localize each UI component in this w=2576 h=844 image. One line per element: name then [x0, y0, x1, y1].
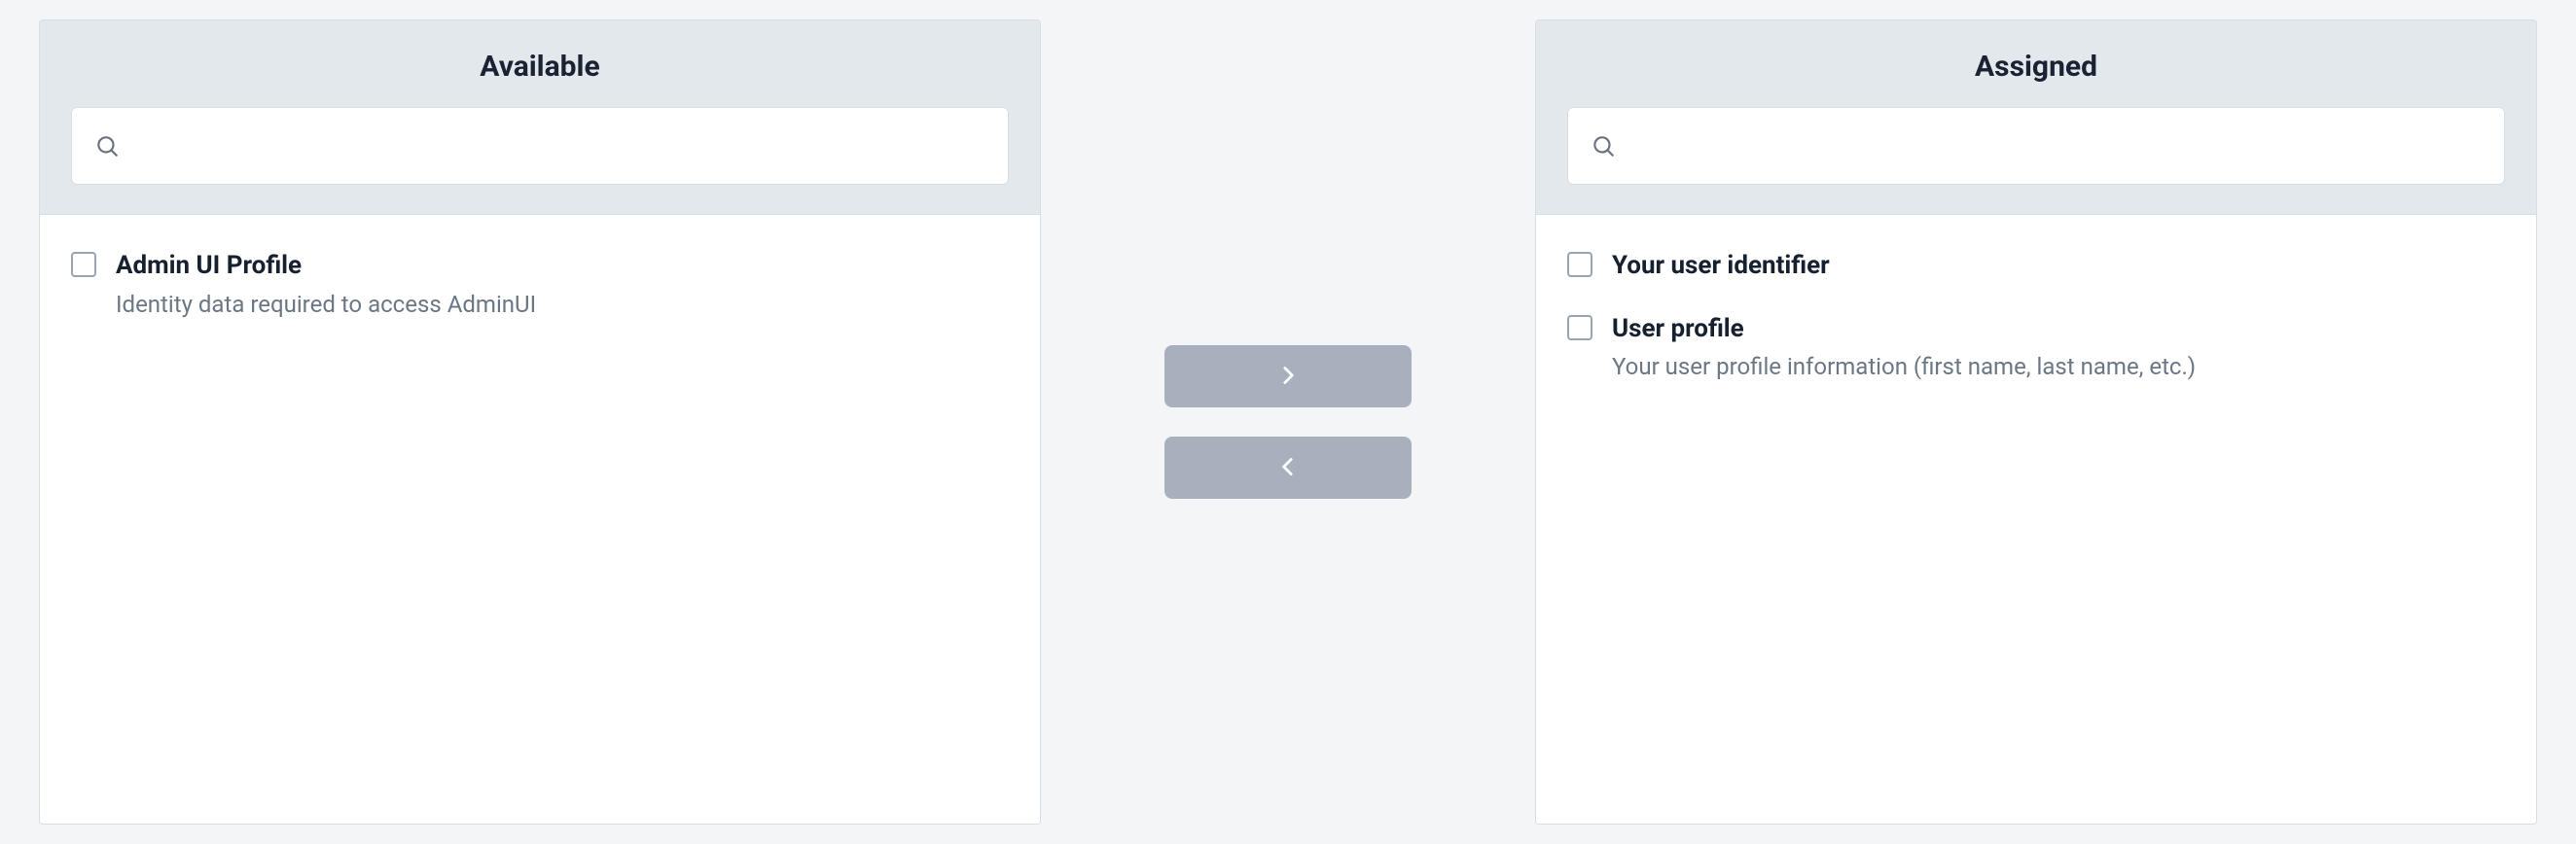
transfer-controls [1041, 19, 1535, 825]
chevron-right-icon [1275, 363, 1301, 391]
dual-list-container: Available Admin UI Profile Identity data… [19, 19, 2557, 825]
item-text: Your user identifier [1612, 250, 2505, 282]
assigned-header: Assigned [1536, 20, 2536, 215]
assigned-title: Assigned [1567, 50, 2505, 84]
item-text: Admin UI Profile Identity data required … [116, 250, 1009, 320]
assigned-search-input[interactable] [1567, 107, 2505, 185]
available-search-input[interactable] [71, 107, 1009, 185]
list-item[interactable]: User profile Your user profile informati… [1559, 298, 2513, 399]
item-text: User profile Your user profile informati… [1612, 313, 2505, 383]
available-header: Available [40, 20, 1040, 215]
checkbox[interactable] [1567, 252, 1592, 277]
available-panel: Available Admin UI Profile Identity data… [39, 19, 1041, 825]
item-title: Your user identifier [1612, 250, 2505, 282]
available-search-wrapper [71, 107, 1009, 185]
item-title: Admin UI Profile [116, 250, 1009, 282]
checkbox[interactable] [1567, 315, 1592, 340]
list-item[interactable]: Admin UI Profile Identity data required … [63, 234, 1017, 335]
item-desc: Your user profile information (first nam… [1612, 352, 2505, 382]
chevron-left-icon [1275, 454, 1301, 482]
assigned-panel: Assigned Your user identifier [1535, 19, 2537, 825]
assigned-search-wrapper [1567, 107, 2505, 185]
item-title: User profile [1612, 313, 2505, 345]
list-item[interactable]: Your user identifier [1559, 234, 2513, 298]
assigned-list: Your user identifier User profile Your u… [1536, 215, 2536, 824]
available-title: Available [71, 50, 1009, 84]
move-right-button[interactable] [1164, 345, 1412, 407]
available-list: Admin UI Profile Identity data required … [40, 215, 1040, 824]
checkbox[interactable] [71, 252, 96, 277]
move-left-button[interactable] [1164, 437, 1412, 499]
item-desc: Identity data required to access AdminUI [116, 290, 1009, 320]
